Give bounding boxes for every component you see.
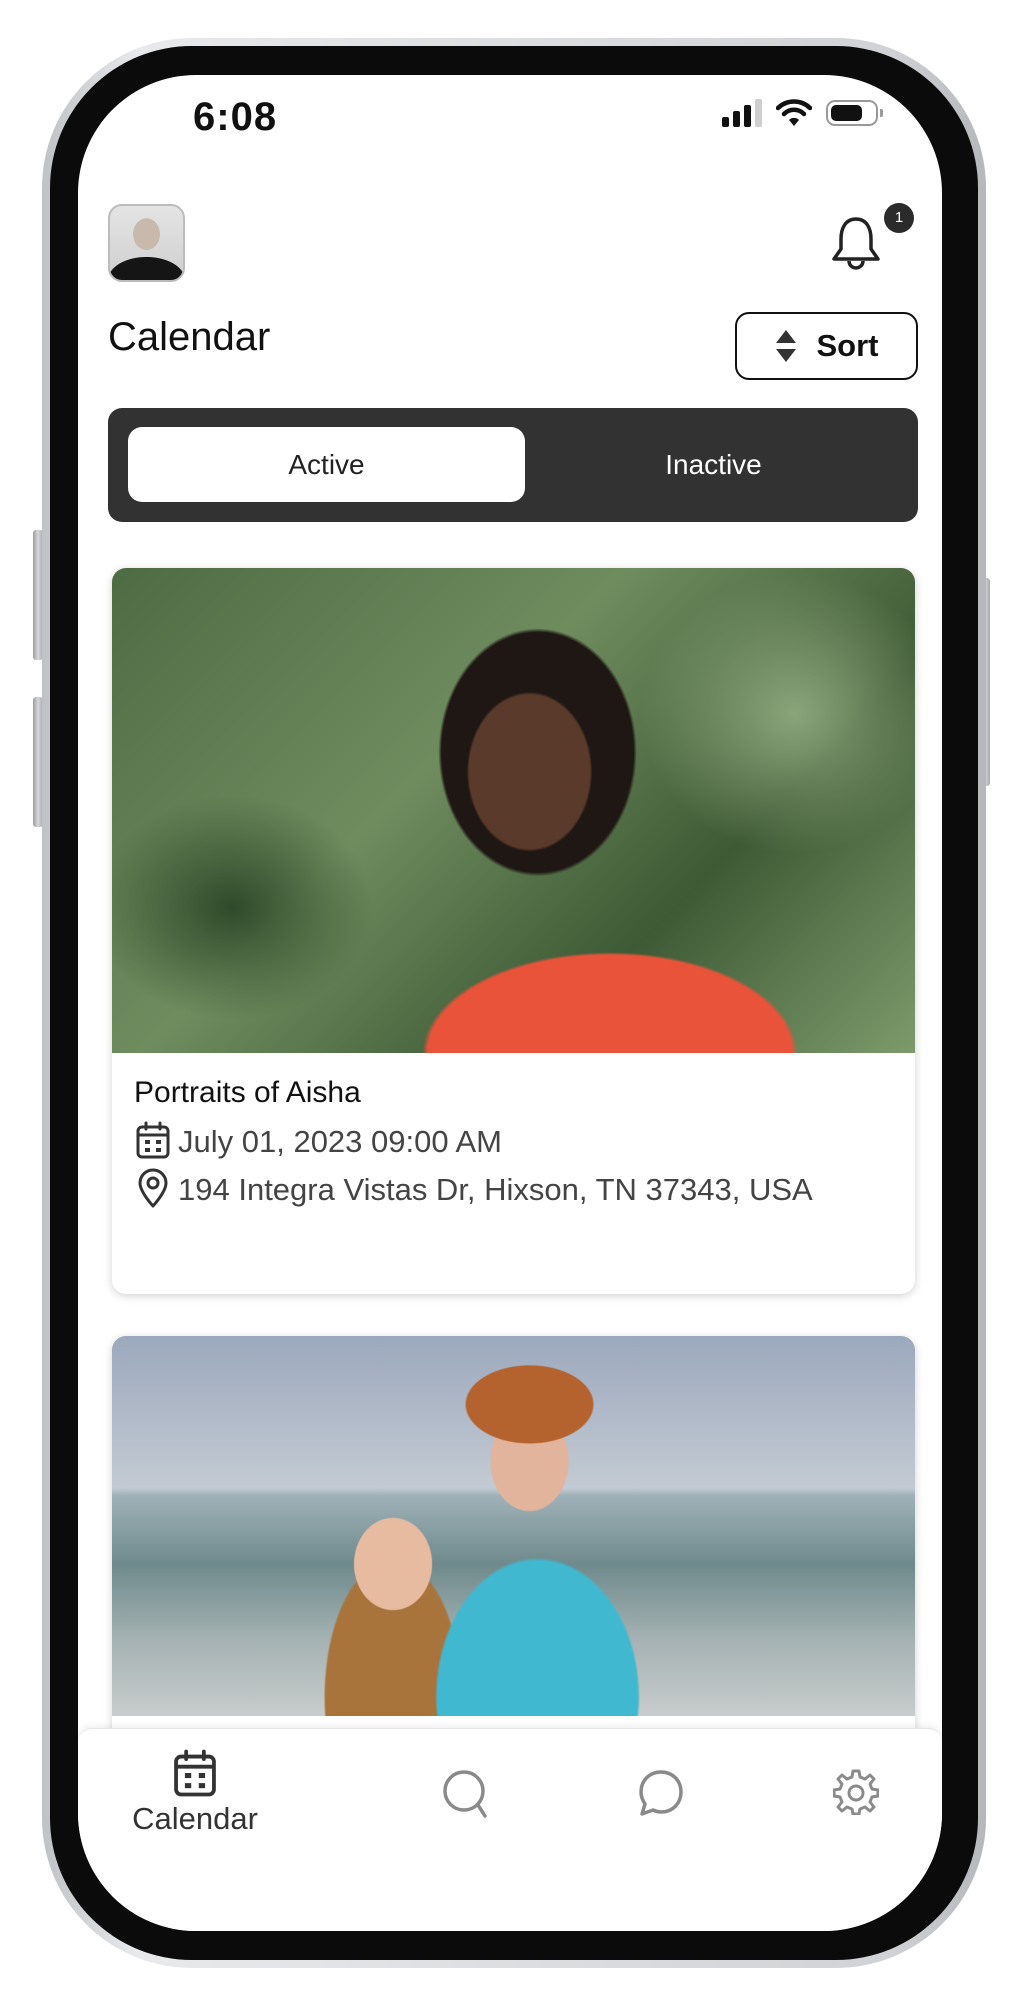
event-datetime: July 01, 2023 09:00 AM <box>178 1124 503 1159</box>
event-photo <box>112 1336 915 1716</box>
bell-icon[interactable] <box>828 213 884 273</box>
sort-button[interactable]: Sort <box>735 312 918 380</box>
calendar-icon <box>174 1749 216 1797</box>
status-segmented-control: Active Inactive <box>108 408 918 522</box>
gear-icon <box>833 1769 879 1815</box>
tab-calendar[interactable]: Calendar <box>120 1749 270 1837</box>
calendar-icon <box>136 1121 170 1159</box>
bottom-tab-bar: Calendar <box>78 1728 942 1931</box>
signal-icon <box>722 99 762 127</box>
avatar[interactable] <box>108 204 185 282</box>
battery-icon <box>826 100 883 126</box>
event-card[interactable] <box>112 1336 915 1756</box>
tab-search[interactable] <box>391 1769 541 1819</box>
event-details: Portraits of Aisha July 01, 2023 09:00 A… <box>134 1068 893 1214</box>
tab-active[interactable]: Active <box>128 427 525 502</box>
event-photo <box>112 568 915 1053</box>
sort-icon <box>775 330 796 362</box>
search-icon <box>443 1770 487 1818</box>
wifi-icon <box>776 99 812 126</box>
event-datetime-row: July 01, 2023 09:00 AM <box>134 1118 893 1166</box>
location-pin-icon <box>138 1168 168 1208</box>
status-icons <box>722 99 883 127</box>
notification-badge: 1 <box>884 203 914 233</box>
event-title: Portraits of Aisha <box>134 1076 361 1109</box>
tab-inactive[interactable]: Inactive <box>515 427 912 502</box>
event-location-row: 194 Integra Vistas Dr, Hixson, TN 37343,… <box>134 1166 893 1214</box>
event-location: 194 Integra Vistas Dr, Hixson, TN 37343,… <box>178 1172 813 1207</box>
status-time: 6:08 <box>193 95 278 139</box>
page-title: Calendar <box>108 315 271 359</box>
tab-settings[interactable] <box>781 1769 931 1815</box>
app-screen: 6:08 1 Calendar Sort Active Inactive Por… <box>78 75 942 1931</box>
tab-calendar-label: Calendar <box>132 1801 258 1836</box>
sort-label: Sort <box>816 328 879 363</box>
chat-icon <box>639 1770 683 1816</box>
event-card[interactable]: Portraits of Aisha July 01, 2023 09:00 A… <box>112 568 915 1294</box>
tab-messages[interactable] <box>586 1769 736 1817</box>
